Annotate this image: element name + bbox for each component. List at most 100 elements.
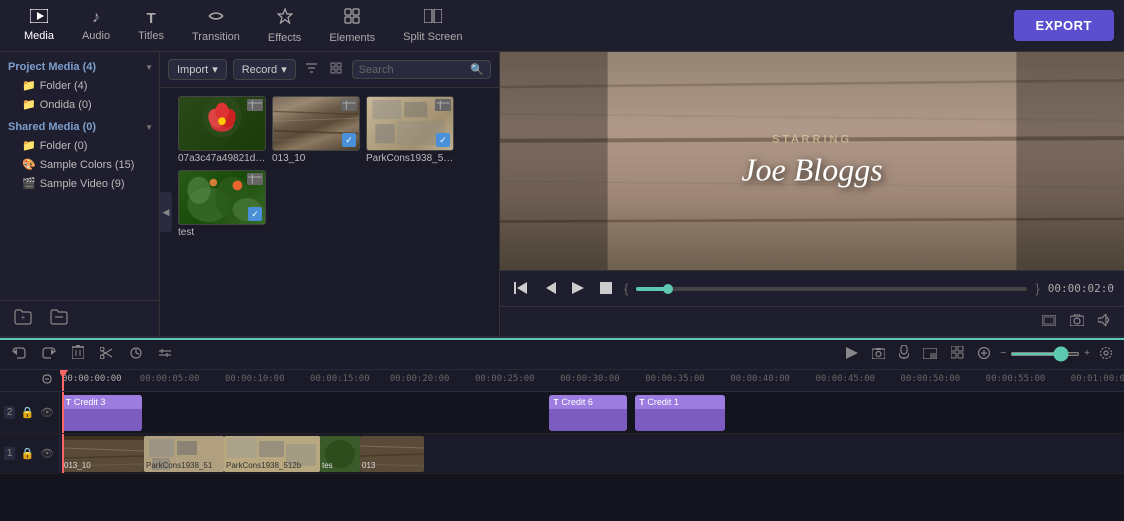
- filter-icon[interactable]: [302, 60, 321, 79]
- right-panel: STARRING Joe Bloggs {: [500, 52, 1124, 336]
- collapse-arrow-icon: ▼: [145, 63, 153, 72]
- shared-media-heading[interactable]: Shared Media (0) ▼: [0, 118, 159, 136]
- preview-text-overlay: STARRING Joe Bloggs: [741, 134, 882, 189]
- thumb-flower-corner: [247, 99, 263, 111]
- grid-view-icon[interactable]: [327, 60, 346, 79]
- delete-folder-button[interactable]: [46, 307, 72, 330]
- video-clip-parkcons2[interactable]: ParkCons1938_512b: [224, 436, 320, 472]
- fullscreen-button[interactable]: [1040, 312, 1058, 331]
- effects-icon: [277, 8, 293, 29]
- collapse-left-btn[interactable]: ◀: [160, 192, 172, 232]
- audio-adjust-button[interactable]: [154, 344, 176, 364]
- nav-item-transition[interactable]: Transition: [178, 5, 254, 47]
- zoom-slider[interactable]: [1010, 352, 1080, 356]
- nav-item-elements[interactable]: Elements: [315, 4, 389, 48]
- clip-credit1[interactable]: T Credit 1: [635, 395, 725, 431]
- track-eye-button[interactable]: 👁: [39, 405, 55, 420]
- clip-speed-button[interactable]: [126, 344, 146, 364]
- volume-button[interactable]: [1096, 312, 1114, 331]
- nav-item-splitscreen[interactable]: Split Screen: [389, 5, 476, 47]
- bracket-open-icon: {: [624, 281, 628, 296]
- nav-item-audio[interactable]: ♪ Audio: [68, 5, 124, 46]
- tree-item-sample-video[interactable]: 🎬 Sample Video (9): [0, 174, 159, 193]
- import-chevron-icon: ▾: [212, 63, 218, 76]
- tl-play-btn[interactable]: [842, 344, 862, 364]
- title-track-row: 2 🔒 👁 T Credit 3: [0, 392, 1124, 434]
- stop-button[interactable]: [596, 279, 616, 299]
- tree-item-ondida[interactable]: 📁 Ondida (0): [0, 95, 159, 114]
- video-clip-test[interactable]: tes: [320, 436, 360, 472]
- link-toggle-button[interactable]: [40, 373, 54, 388]
- new-folder-button[interactable]: +: [10, 307, 36, 330]
- tl-grid-btn[interactable]: [947, 344, 968, 364]
- nav-splitscreen-label: Split Screen: [403, 31, 462, 43]
- tree-item-folder4[interactable]: 📁 Folder (4): [0, 76, 159, 95]
- import-button[interactable]: Import ▾: [168, 59, 227, 80]
- thumb-oldphoto-label: ParkCons1938_512...: [366, 153, 454, 164]
- play-button[interactable]: [568, 279, 588, 299]
- folder0-icon: 📁: [22, 139, 36, 152]
- thumb-plant-label: test: [178, 227, 266, 238]
- track2-num: 2: [4, 406, 16, 419]
- playhead-indicator: [62, 370, 64, 391]
- import-label: Import: [177, 64, 208, 76]
- progress-dot: [663, 284, 673, 294]
- folder-icon: 📁: [22, 79, 36, 92]
- thumb-oldphoto-img: ✓: [366, 96, 454, 151]
- samplecolors-label: Sample Colors (15): [40, 159, 135, 171]
- left-panel: Project Media (4) ▼ 📁 Folder (4) 📁 Ondid…: [0, 52, 160, 336]
- undo-button[interactable]: [8, 344, 30, 364]
- nav-item-media[interactable]: Media: [10, 5, 68, 46]
- project-media-heading[interactable]: Project Media (4) ▼: [0, 58, 159, 76]
- video-track-lock-button[interactable]: 🔒: [19, 446, 35, 461]
- media-grid: 07a3c47a49821d5...: [160, 88, 499, 336]
- teal-timeline-line: [0, 338, 1124, 340]
- nav-item-titles[interactable]: T Titles: [124, 6, 178, 46]
- track-lock-button[interactable]: 🔒: [19, 405, 35, 420]
- export-button[interactable]: EXPORT: [1014, 10, 1114, 41]
- transition-icon: [207, 9, 225, 28]
- tree-item-sample-colors[interactable]: 🎨 Sample Colors (15): [0, 155, 159, 174]
- nav-item-effects[interactable]: Effects: [254, 4, 315, 48]
- snapshot-button[interactable]: [1068, 312, 1086, 331]
- shared-collapse-icon: ▼: [145, 123, 153, 132]
- cut-button[interactable]: [96, 344, 118, 364]
- tl-add-btn[interactable]: [974, 344, 994, 364]
- project-tree: Project Media (4) ▼ 📁 Folder (4) 📁 Ondid…: [0, 52, 159, 300]
- media-grid-container: ◀: [160, 88, 499, 336]
- video-clip-013b[interactable]: 013: [360, 436, 424, 472]
- clip-credit3[interactable]: T Credit 3: [62, 395, 142, 431]
- tl-settings-btn[interactable]: [1096, 344, 1116, 364]
- tl-pip-btn[interactable]: [919, 344, 941, 364]
- tl-snapshot-btn[interactable]: [868, 344, 889, 364]
- thumb-plant-corner: [247, 173, 263, 185]
- clip-credit6[interactable]: T Credit 6: [549, 395, 627, 431]
- video-clip-parkcons1[interactable]: ParkCons1938_51: [144, 436, 224, 472]
- folder4-label: Folder (4): [40, 80, 88, 92]
- video-clip-013_10[interactable]: 013_10: [62, 436, 144, 472]
- media-thumb-wood[interactable]: ✓ 013_10: [272, 96, 360, 164]
- prev-frame-button[interactable]: [540, 279, 560, 299]
- tl-mic-btn[interactable]: [895, 343, 913, 364]
- delete-button[interactable]: [68, 343, 88, 364]
- preview-right-icons: [500, 306, 1124, 336]
- zoom-plus-icon: +: [1084, 348, 1090, 359]
- nav-elements-label: Elements: [329, 32, 375, 44]
- search-input[interactable]: [359, 64, 467, 76]
- media-thumb-oldphoto[interactable]: ✓ ParkCons1938_512...: [366, 96, 454, 164]
- record-button[interactable]: Record ▾: [233, 59, 296, 80]
- search-box: 🔍: [352, 60, 491, 79]
- preview-area: STARRING Joe Bloggs: [500, 52, 1124, 270]
- record-label: Record: [242, 64, 277, 76]
- video-track-content: 013_10 ParkCons1938_51: [60, 434, 1124, 473]
- redo-button[interactable]: [38, 344, 60, 364]
- media-thumb-plant[interactable]: ✓ test: [178, 170, 266, 238]
- title-track-label: 2 🔒 👁: [0, 392, 60, 433]
- media-thumb-flower[interactable]: 07a3c47a49821d5...: [178, 96, 266, 164]
- back-to-start-button[interactable]: [510, 279, 532, 299]
- video-track-eye-button[interactable]: 👁: [39, 446, 55, 461]
- tree-item-folder0[interactable]: 📁 Folder (0): [0, 136, 159, 155]
- nav-audio-label: Audio: [82, 30, 110, 42]
- progress-bar[interactable]: [636, 287, 1027, 291]
- timeline-body: 00:00:00:00 00:00:05:00 00:00:10:00 00:0…: [0, 370, 1124, 521]
